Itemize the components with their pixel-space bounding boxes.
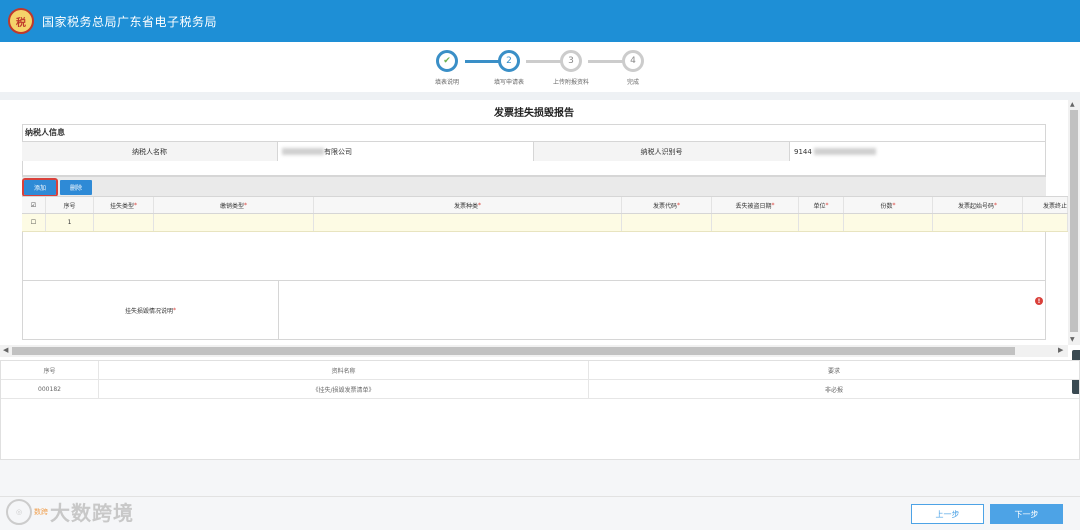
footer-bar: 上一步 下一步 (0, 496, 1080, 530)
watermark-text: 大数跨境 (50, 501, 134, 525)
select-all-checkbox[interactable]: ☑ (22, 197, 46, 213)
step-label: 填表说明 (434, 79, 459, 86)
error-icon: ! (1035, 297, 1043, 305)
taxpayer-info-row: 纳税人名称 有限公司 纳税人识别号 9144 (22, 141, 1046, 161)
redacted-mask (282, 148, 324, 155)
count-cell[interactable] (844, 214, 933, 231)
table-row[interactable]: 000182 《挂失/损毁发票清单》 非必报 (1, 380, 1079, 399)
redacted-mask (813, 148, 876, 155)
grid-toolbar: 添加 删除 (22, 176, 1046, 197)
watermark-logo-icon: ◎ (6, 498, 32, 525)
vertical-scrollbar[interactable]: ▲ ▼ (1068, 100, 1080, 345)
form-title: 发票挂失损毁报告 (494, 108, 574, 119)
check-icon: ✔ (436, 50, 458, 72)
section-title: 纳税人信息 (25, 128, 65, 137)
unit-cell[interactable] (799, 214, 844, 231)
taxpayer-id-label: 纳税人识别号 (534, 142, 790, 161)
taxpayer-name-value: 有限公司 (278, 142, 534, 161)
row-seq: 1 (46, 214, 94, 231)
step-number: 3 (560, 50, 582, 72)
scroll-right-arrow-icon[interactable]: ▶ (1058, 346, 1063, 354)
step-label: 填写申请表 (493, 79, 524, 86)
description-row: 挂失损毁情况说明 * ! (22, 280, 1046, 340)
attachments-table: 序号 资料名称 要求 000182 《挂失/损毁发票清单》 非必报 (0, 360, 1080, 460)
col-header: 缴销类型 * (154, 197, 314, 213)
attachments-header: 序号 资料名称 要求 (1, 361, 1079, 380)
app-header: 税 国家税务总局广东省电子税务局 (0, 0, 1080, 42)
grid-empty-area (22, 232, 1046, 280)
scroll-left-arrow-icon[interactable]: ◀ (3, 346, 8, 354)
col-header: 发票种类 * (314, 197, 622, 213)
description-label: 挂失损毁情况说明 * (23, 281, 279, 339)
table-row[interactable]: ☐ 1 (22, 214, 1068, 232)
step-number: 4 (622, 50, 644, 72)
watermark-small-text: 数跨 (34, 507, 48, 516)
delete-button[interactable]: 删除 (60, 180, 92, 195)
watermark: ◎ 数跨 大数跨境 (6, 497, 134, 526)
next-step-button[interactable]: 下一步 (990, 504, 1063, 524)
invoice-code-cell[interactable] (622, 214, 712, 231)
col-header: 序号 (46, 197, 94, 213)
loss-date-cell[interactable] (712, 214, 799, 231)
add-button[interactable]: 添加 (22, 178, 58, 197)
col-header: 丢失被盗日期 * (712, 197, 799, 213)
app-title: 国家税务总局广东省电子税务局 (42, 14, 218, 29)
col-header: 发票终止 (1023, 197, 1068, 213)
step-4: 4 完成 (603, 50, 663, 86)
step-progress: ✔ 填表说明 2 填写申请表 3 上传附报资料 4 完成 (0, 42, 1080, 92)
col-header: 资料名称 (99, 361, 589, 379)
step-2: 2 填写申请表 (479, 50, 539, 86)
prev-step-button[interactable]: 上一步 (911, 504, 984, 524)
attachment-requirement: 非必报 (824, 386, 843, 394)
form-panel: 发票挂失损毁报告 纳税人信息 纳税人名称 有限公司 纳税人识别号 9144 添加… (0, 100, 1068, 345)
step-number: 2 (498, 50, 520, 72)
scroll-thumb[interactable] (12, 347, 1015, 355)
step-3: 3 上传附报资料 (541, 50, 601, 86)
description-textarea[interactable]: ! (279, 281, 1045, 339)
taxpayer-name-label: 纳税人名称 (22, 142, 278, 161)
col-header: 单位 * (799, 197, 844, 213)
attachment-name: 《挂失/损毁发票清单》 (99, 380, 589, 398)
separator-band (0, 92, 1080, 100)
loss-type-cell[interactable] (94, 214, 154, 231)
spacer-band (0, 460, 1080, 496)
invoice-kind-cell[interactable] (314, 214, 622, 231)
end-number-cell[interactable] (1023, 214, 1068, 231)
col-header: 发票起始号码 * (933, 197, 1023, 213)
horizontal-scrollbar[interactable]: ◀ ▶ (0, 345, 1068, 357)
scroll-thumb[interactable] (1070, 110, 1078, 332)
col-header: 要求 (827, 367, 840, 375)
col-header: 挂失类型 * (94, 197, 154, 213)
col-header: 份数 * (844, 197, 933, 213)
attachment-seq: 000182 (1, 380, 99, 398)
scroll-down-arrow-icon[interactable]: ▼ (1070, 336, 1075, 343)
step-label: 上传附报资料 (552, 79, 589, 86)
row-checkbox[interactable]: ☐ (22, 214, 46, 231)
taxpayer-id-value: 9144 (790, 142, 1046, 161)
cancel-type-cell[interactable] (154, 214, 314, 231)
step-1: ✔ 填表说明 (417, 50, 477, 86)
start-number-cell[interactable] (933, 214, 1023, 231)
col-header: 序号 (1, 361, 99, 379)
step-label: 完成 (626, 79, 639, 86)
scroll-up-arrow-icon[interactable]: ▲ (1070, 101, 1075, 108)
grid-header: ☑ 序号 挂失类型 * 缴销类型 * 发票种类 * 发票代码 * 丢失被盗日期 * 单位 *… (22, 196, 1068, 214)
tax-bureau-logo-icon: 税 (8, 8, 34, 34)
col-header: 发票代码 * (622, 197, 712, 213)
